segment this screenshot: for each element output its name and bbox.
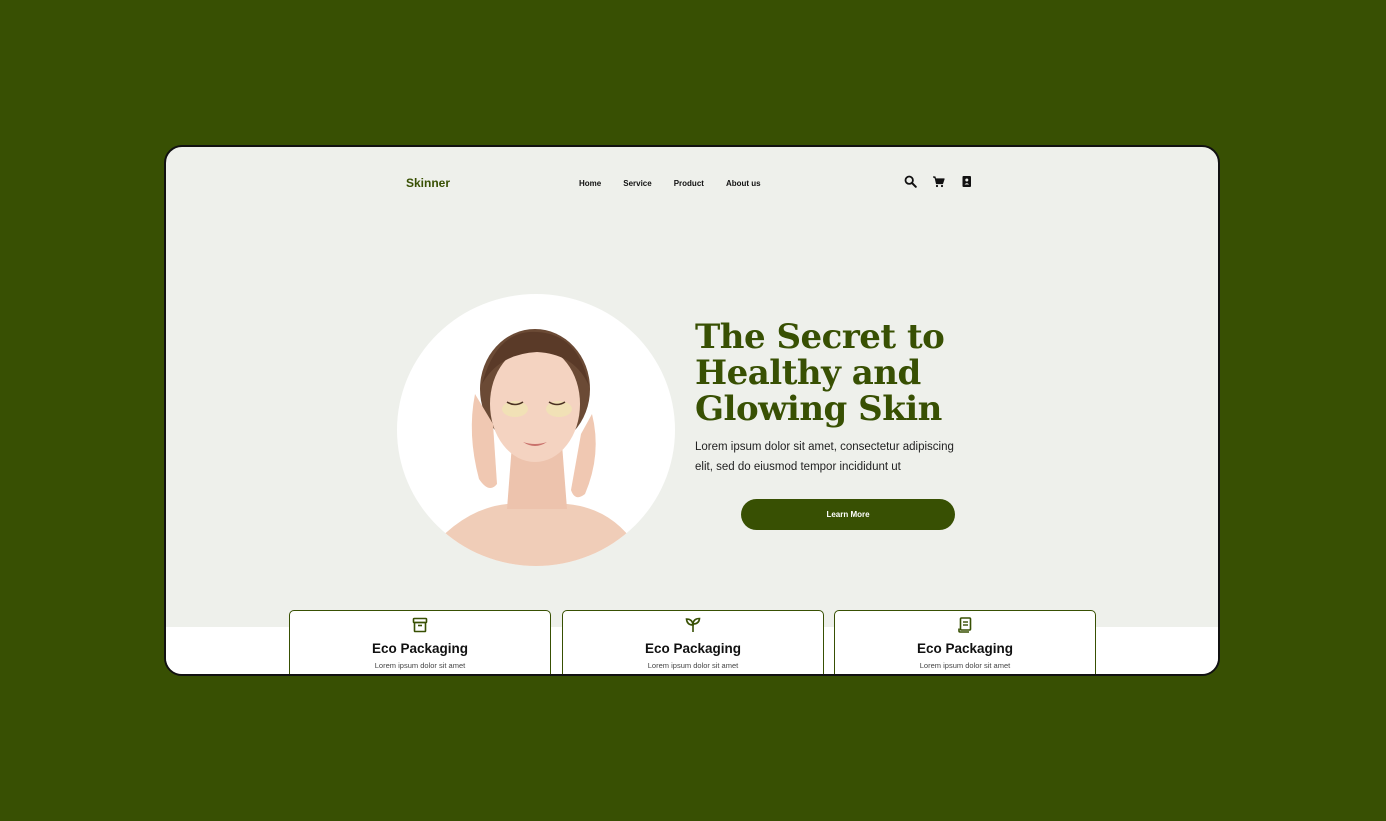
description-line: Lorem ipsum dolor sit amet, consectetur … [695,441,954,453]
feature-description: Lorem ipsum dolor sit amet [374,661,466,670]
headline-line: Healthy and [695,353,921,393]
main-nav: Home Service Product About us [579,179,761,188]
contact-book-icon[interactable] [960,175,973,188]
feature-card[interactable]: Eco Packaging Lorem ipsum dolor sit amet [562,610,824,674]
nav-item-about-us[interactable]: About us [726,179,761,188]
headline-line: Glowing Skin [695,389,942,429]
feature-card[interactable]: Eco Packaging Lorem ipsum dolor sit amet [834,610,1096,674]
description-line: elit, sed do eiusmod tempor incididunt u… [695,461,901,473]
hero-headline: The Secret to Healthy and Glowing Skin [695,319,995,427]
document-scroll-icon [956,616,974,634]
nav-item-home[interactable]: Home [579,179,601,188]
archive-box-icon [411,616,429,634]
feature-description: Lorem ipsum dolor sit amet [647,661,739,670]
feature-title: Eco Packaging [916,641,1014,656]
nav-item-product[interactable]: Product [674,179,704,188]
feature-description: Lorem ipsum dolor sit amet [919,661,1011,670]
feature-card[interactable]: Eco Packaging Lorem ipsum dolor sit amet [289,610,551,674]
nav-item-service[interactable]: Service [623,179,651,188]
hero-model-image [397,294,675,566]
header-icons [904,175,973,188]
feature-title: Eco Packaging [371,641,469,656]
feature-title: Eco Packaging [644,641,742,656]
sprout-icon [684,616,702,634]
search-icon[interactable] [904,175,917,188]
cart-icon[interactable] [932,175,945,188]
browser-frame: Skinner Home Service Product About us Th… [164,145,1220,676]
brand-logo[interactable]: Skinner [406,176,450,190]
learn-more-button[interactable]: Learn More [741,499,955,530]
hero-description: Lorem ipsum dolor sit amet, consectetur … [695,437,995,477]
headline-line: The Secret to [695,317,945,357]
